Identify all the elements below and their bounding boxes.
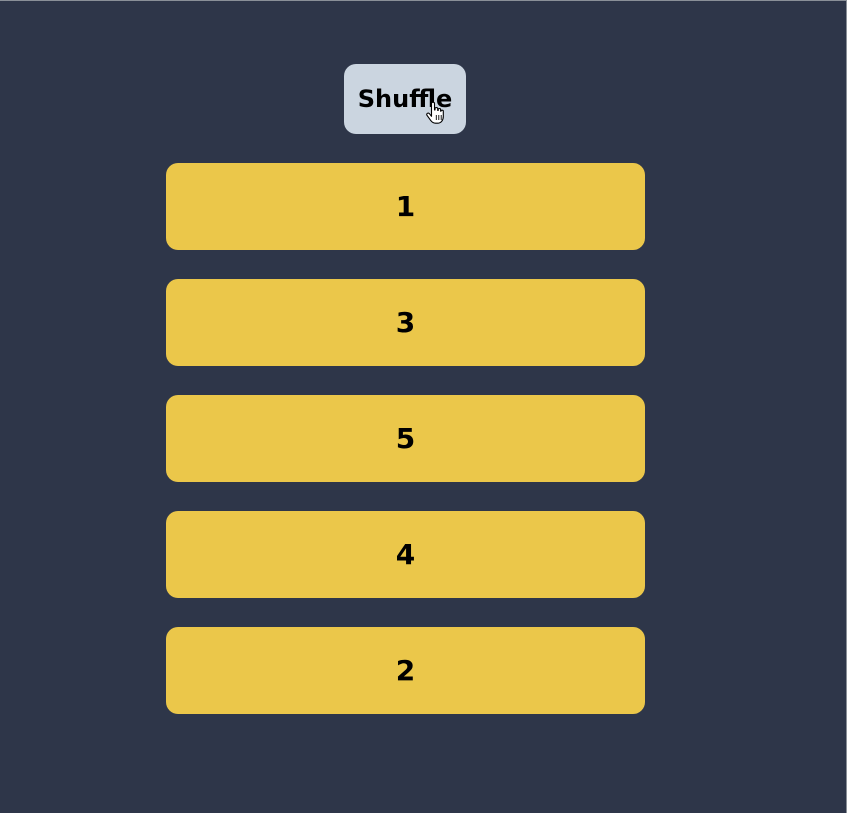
list-item[interactable]: 4 <box>166 511 645 598</box>
list-item[interactable]: 5 <box>166 395 645 482</box>
app-container: Shuffle 1 3 5 4 2 <box>0 0 847 813</box>
list-item[interactable]: 2 <box>166 627 645 714</box>
sortable-list: 1 3 5 4 2 <box>166 163 645 743</box>
list-item[interactable]: 3 <box>166 279 645 366</box>
list-item[interactable]: 1 <box>166 163 645 250</box>
shuffle-button[interactable]: Shuffle <box>344 64 466 134</box>
